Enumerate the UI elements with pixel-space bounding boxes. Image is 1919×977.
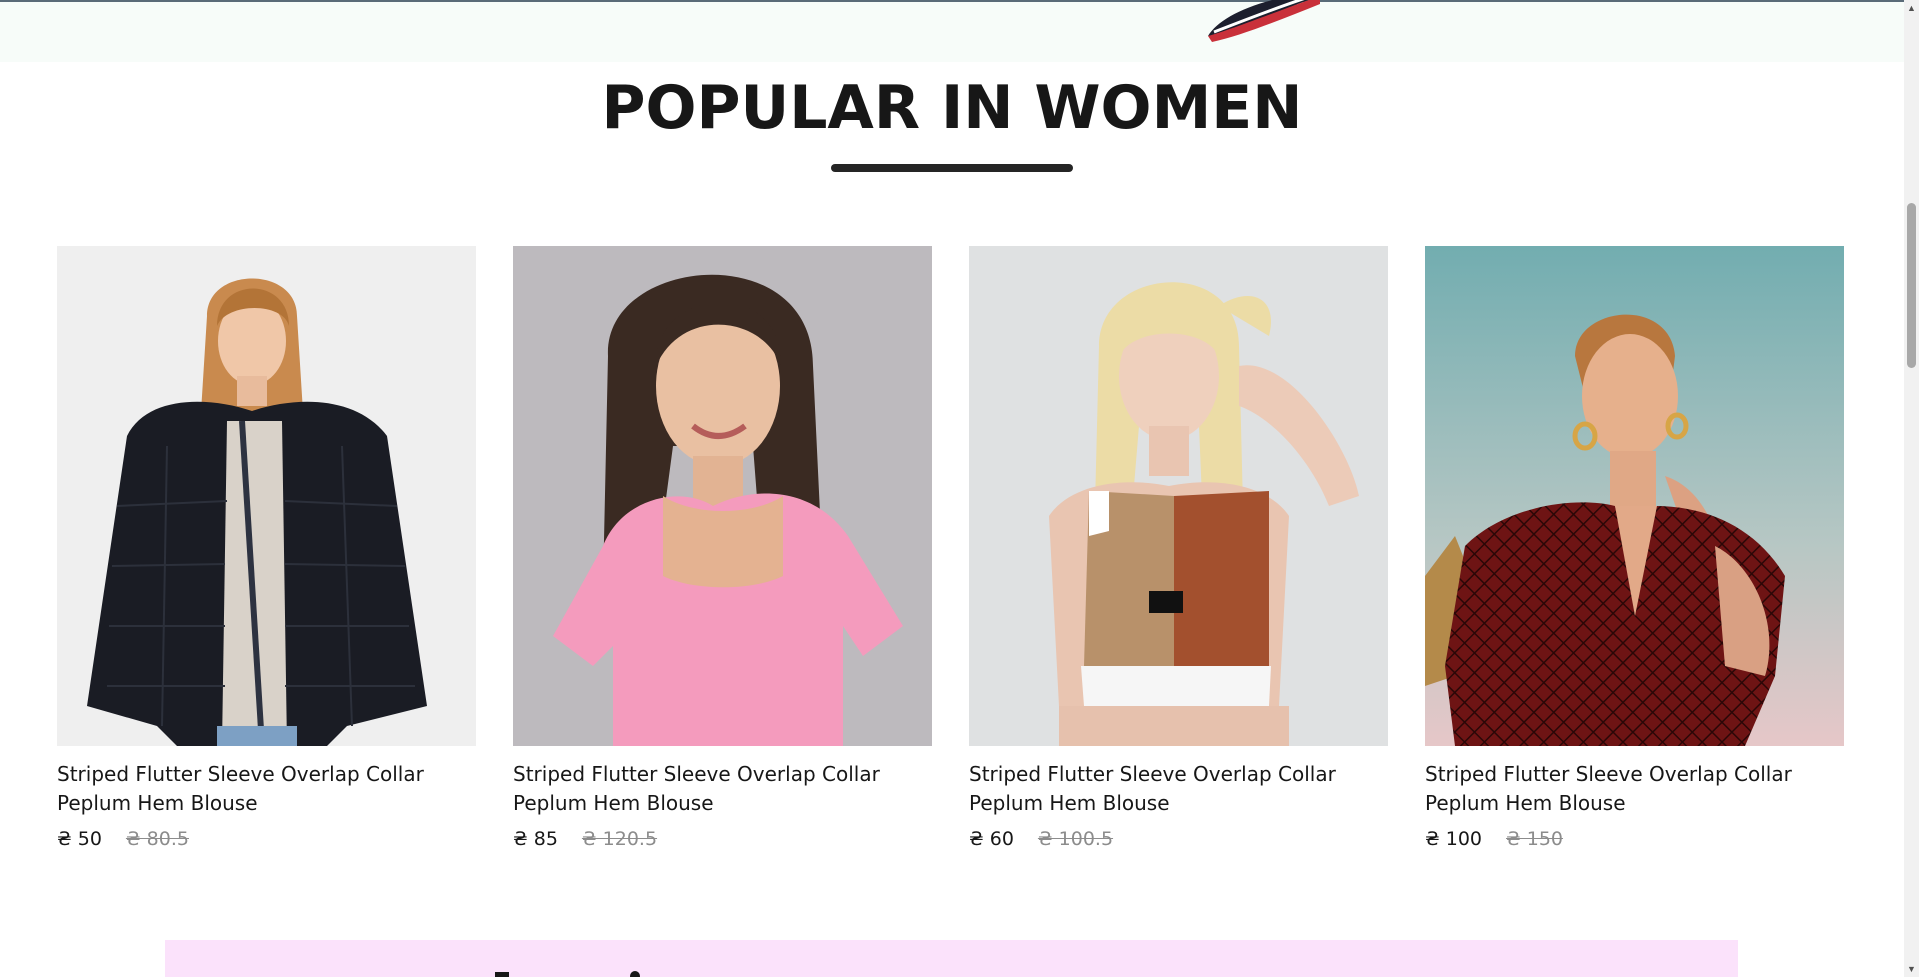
product-name[interactable]: Striped Flutter Sleeve Overlap Collar Pe… (969, 760, 1388, 818)
product-prices: ₴ 85 ₴ 120.5 (513, 826, 932, 852)
product-name[interactable]: Striped Flutter Sleeve Overlap Collar Pe… (57, 760, 476, 818)
scroll-up-arrow-icon[interactable]: ▲ (1904, 0, 1919, 16)
offers-banner-top-edge (165, 940, 1738, 977)
product-card[interactable]: Striped Flutter Sleeve Overlap Collar Pe… (57, 246, 476, 852)
price-old: ₴ 100.5 (1037, 828, 1114, 850)
vertical-scrollbar[interactable]: ▲ ▼ (1904, 0, 1919, 977)
banner-decoration (495, 971, 640, 977)
price-new: ₴ 50 (57, 828, 102, 850)
scroll-down-arrow-icon[interactable]: ▼ (1904, 961, 1919, 977)
section-title: POPULAR IN WOMEN (601, 73, 1303, 143)
price-old: ₴ 80.5 (125, 828, 189, 850)
product-prices: ₴ 60 ₴ 100.5 (969, 826, 1388, 852)
price-old: ₴ 120.5 (581, 828, 658, 850)
product-image-red-patterned-blouse[interactable] (1425, 246, 1844, 746)
title-underline (831, 164, 1073, 172)
page: POPULAR IN WOMEN Striped Flutter Sleeve … (0, 0, 1919, 977)
product-prices: ₴ 100 ₴ 150 (1425, 826, 1844, 852)
product-grid: Striped Flutter Sleeve Overlap Collar Pe… (57, 246, 1847, 852)
product-card[interactable]: Striped Flutter Sleeve Overlap Collar Pe… (969, 246, 1388, 852)
product-image-pink-top[interactable] (513, 246, 932, 746)
scrollbar-thumb[interactable] (1907, 203, 1916, 368)
product-card[interactable]: Striped Flutter Sleeve Overlap Collar Pe… (1425, 246, 1844, 852)
price-new: ₴ 60 (969, 828, 1014, 850)
price-new: ₴ 100 (1425, 828, 1483, 850)
price-old: ₴ 150 (1506, 828, 1564, 850)
sneaker-image-fragment (1208, 0, 1320, 42)
product-name[interactable]: Striped Flutter Sleeve Overlap Collar Pe… (1425, 760, 1844, 818)
product-image-black-fur-jacket[interactable] (57, 246, 476, 746)
hero-banner-bottom-edge (0, 0, 1904, 62)
price-new: ₴ 85 (513, 828, 558, 850)
product-name[interactable]: Striped Flutter Sleeve Overlap Collar Pe… (513, 760, 932, 818)
product-image-sports-crop-top[interactable] (969, 246, 1388, 746)
product-card[interactable]: Striped Flutter Sleeve Overlap Collar Pe… (513, 246, 932, 852)
product-prices: ₴ 50 ₴ 80.5 (57, 826, 476, 852)
